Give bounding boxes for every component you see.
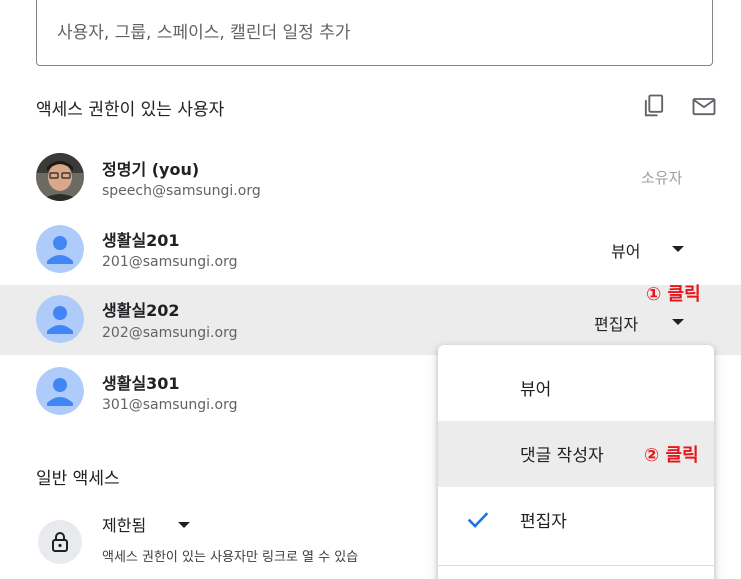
add-people-field[interactable] <box>36 0 713 66</box>
chevron-down-icon[interactable] <box>178 522 190 528</box>
menu-divider <box>438 565 714 566</box>
menu-item-viewer[interactable]: 뷰어 <box>438 355 714 421</box>
user-row-owner: 정명기 (you) speech@samsungi.org 소유자 <box>0 145 741 213</box>
menu-item-editor[interactable]: 편집자 <box>438 487 714 553</box>
user-name: 정명기 (you) <box>102 160 200 179</box>
general-access-title: 일반 액세스 <box>36 469 120 489</box>
chevron-down-icon[interactable] <box>672 319 684 325</box>
default-avatar-icon <box>36 225 84 273</box>
owner-role-label: 소유자 <box>641 169 683 187</box>
role-dropdown-label[interactable]: 편집자 <box>594 311 638 335</box>
annotation-step1: ① 클릭 <box>646 284 701 305</box>
general-access-role: 제한됨 <box>102 516 147 535</box>
access-section-title: 액세스 권한이 있는 사용자 <box>36 100 225 120</box>
email-icon[interactable] <box>690 92 718 120</box>
check-icon <box>467 512 489 528</box>
chevron-down-icon[interactable] <box>672 246 684 252</box>
avatar-photo <box>36 153 84 201</box>
copy-links-icon[interactable] <box>640 92 668 120</box>
annotation-step2: ② 클릭 <box>644 445 699 466</box>
user-name: 생활실301 <box>102 374 180 393</box>
menu-item-label: 댓글 작성자 <box>520 446 604 466</box>
default-avatar-icon <box>36 367 84 415</box>
lock-icon <box>38 520 82 564</box>
user-email: 202@samsungi.org <box>102 325 238 341</box>
user-email: 201@samsungi.org <box>102 254 238 270</box>
user-name: 생활실201 <box>102 231 180 250</box>
role-dropdown-label[interactable]: 뷰어 <box>611 238 640 262</box>
user-email: speech@samsungi.org <box>102 183 261 199</box>
menu-item-label: 뷰어 <box>520 380 552 400</box>
menu-item-label: 편집자 <box>520 512 567 532</box>
general-access-description: 액세스 권한이 있는 사용자만 링크로 열 수 있습 <box>102 550 359 565</box>
user-name: 생활실202 <box>102 301 180 320</box>
user-email: 301@samsungi.org <box>102 397 238 413</box>
default-avatar-icon <box>36 295 84 343</box>
general-access-dropdown[interactable]: 제한됨 <box>102 512 146 536</box>
user-row: 생활실201 201@samsungi.org 뷰어 <box>0 216 741 284</box>
add-people-input[interactable] <box>57 17 677 49</box>
